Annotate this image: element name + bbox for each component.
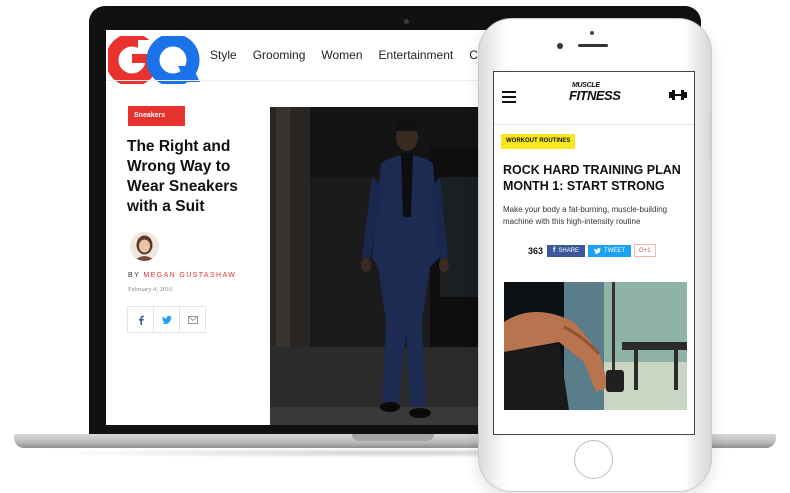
- byline: BY MEGAN GUSTASHAW: [128, 272, 236, 279]
- nav-item-women[interactable]: Women: [321, 48, 362, 62]
- phone-sensor: [590, 31, 594, 35]
- gq-logo[interactable]: [108, 36, 200, 84]
- author-link[interactable]: MEGAN GUSTASHAW: [143, 272, 236, 279]
- facebook-share-button[interactable]: f SHARE: [547, 244, 586, 257]
- facebook-icon: f: [553, 246, 556, 254]
- author-photo: [130, 232, 159, 261]
- phone-screen: MUSCLE FITNESS WORKOUT ROUTINES ROCK HAR…: [493, 71, 695, 435]
- gq-main-nav: Style Grooming Women Entertainment Cultu…: [210, 48, 501, 62]
- hamburger-menu-icon[interactable]: [502, 91, 516, 106]
- email-icon: [187, 315, 198, 324]
- phone-front-camera: [557, 43, 563, 49]
- google-plus-button[interactable]: G+1: [634, 244, 656, 257]
- twitter-icon: [594, 247, 602, 254]
- twitter-share-label: TWEET: [604, 247, 626, 254]
- mf-logo-main[interactable]: FITNESS: [569, 88, 621, 103]
- mf-article-title: ROCK HARD TRAINING PLAN MONTH 1: START S…: [503, 163, 681, 193]
- byline-prefix: BY: [128, 272, 144, 279]
- facebook-share-button[interactable]: [127, 306, 154, 333]
- share-buttons: [127, 306, 206, 333]
- phone-home-button[interactable]: [574, 440, 613, 479]
- mf-social-bar: 363 f SHARE TWEET G+1: [528, 244, 656, 257]
- facebook-icon: [138, 315, 144, 325]
- phone-side-button: [709, 118, 712, 160]
- article-title: The Right and Wrong Way to Wear Sneakers…: [127, 138, 238, 215]
- article-hero-image[interactable]: [270, 107, 510, 425]
- twitter-share-button[interactable]: TWEET: [588, 244, 632, 257]
- laptop-notch: [352, 434, 434, 441]
- mf-category-tag[interactable]: WORKOUT ROUTINES: [501, 134, 576, 149]
- laptop-camera: [404, 19, 409, 24]
- facebook-share-label: SHARE: [558, 247, 580, 254]
- email-share-button[interactable]: [179, 306, 206, 333]
- phone-speaker: [578, 44, 608, 47]
- dumbbell-icon[interactable]: [669, 89, 687, 101]
- nav-item-grooming[interactable]: Grooming: [253, 48, 306, 62]
- share-count: 363: [528, 245, 544, 256]
- twitter-icon: [161, 315, 172, 324]
- nav-item-style[interactable]: Style: [210, 48, 237, 62]
- mf-article-description: Make your body a fat-burning, muscle-bui…: [503, 205, 668, 226]
- publish-date: February 4, 2016: [128, 286, 173, 293]
- category-tag[interactable]: Sneakers: [128, 106, 185, 126]
- nav-item-entertainment[interactable]: Entertainment: [379, 48, 454, 62]
- twitter-share-button[interactable]: [153, 306, 180, 333]
- author-avatar[interactable]: [130, 232, 159, 261]
- mf-header: MUSCLE FITNESS: [494, 72, 694, 125]
- mf-article-image[interactable]: [504, 282, 687, 410]
